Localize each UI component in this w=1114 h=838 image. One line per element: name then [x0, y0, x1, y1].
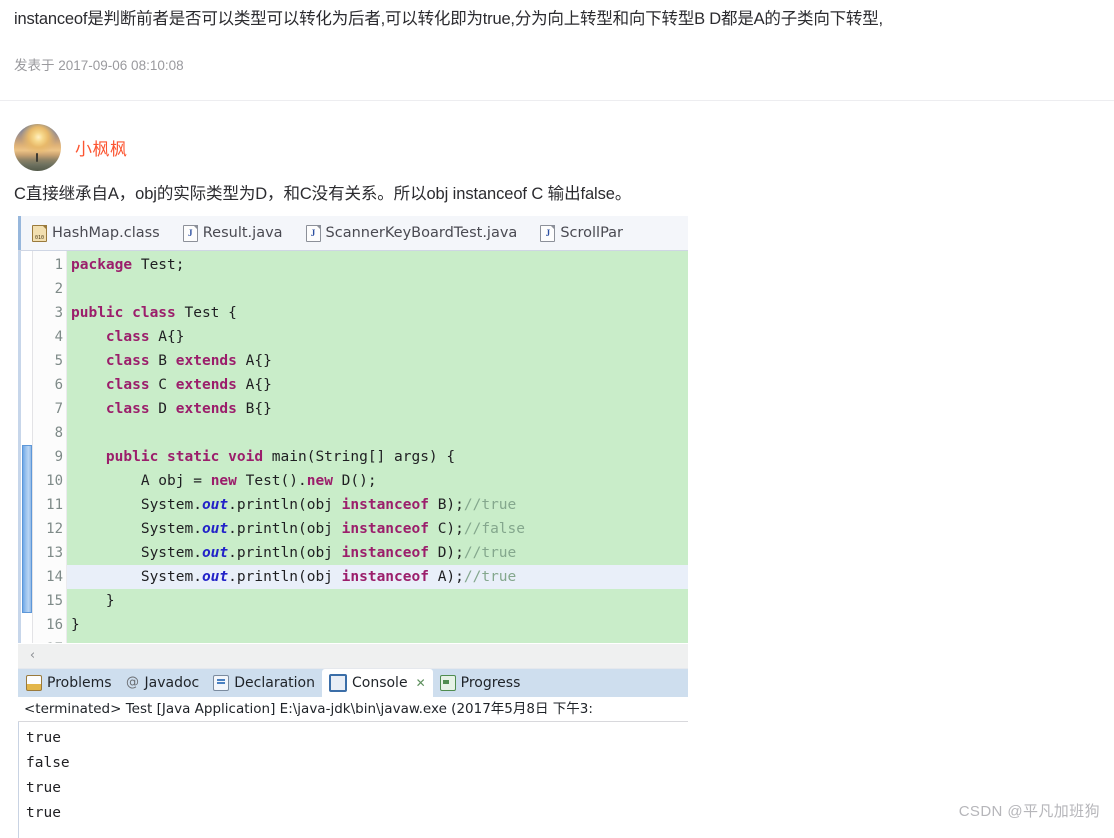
bottom-view-stack: Problems Javadoc Declaration Console ✕ Progre…	[18, 668, 688, 838]
editor-horizontal-scrollbar[interactable]: ‹	[18, 643, 688, 668]
editor-tab-label: Result.java	[202, 225, 283, 241]
published-timestamp: 发表于 2017-09-06 08:10:08	[14, 58, 184, 73]
code-line-text: A obj = new Test().new D();	[71, 473, 377, 489]
code-line-text: System.out.println(obj instanceof B);//t…	[71, 497, 517, 513]
line-number: 8	[54, 425, 63, 441]
code-line[interactable]: }	[67, 589, 688, 613]
line-number: 13	[46, 545, 63, 561]
bottom-tab-label: Javadoc	[144, 675, 200, 691]
code-line[interactable]: System.out.println(obj instanceof D);//t…	[67, 541, 688, 565]
annotation-ruler[interactable]	[18, 251, 33, 643]
code-line[interactable]	[67, 277, 688, 301]
code-line-text: public class Test {	[71, 305, 237, 321]
code-line[interactable]: class C extends A{}	[67, 373, 688, 397]
java-file-icon	[305, 224, 321, 242]
editor-tab-label: HashMap.class	[52, 225, 160, 241]
editor-tab[interactable]: ScrollPar	[530, 216, 636, 250]
code-line[interactable]: class D extends B{}	[67, 397, 688, 421]
bottom-tab-label: Progress	[460, 675, 521, 691]
section-divider	[0, 100, 1114, 101]
problems-icon	[26, 675, 42, 691]
line-number-gutter: 1234567891011121314151617	[33, 251, 67, 643]
console-output-line: false	[26, 755, 70, 771]
line-number: 2	[54, 281, 63, 297]
close-icon[interactable]: ✕	[416, 676, 426, 690]
code-line[interactable]: System.out.println(obj instanceof B);//t…	[67, 493, 688, 517]
line-number: 1	[54, 257, 63, 273]
code-line[interactable]: class A{}	[67, 325, 688, 349]
code-line-text: public static void main(String[] args) {	[105, 449, 456, 465]
bottom-tab[interactable]: Console ✕	[321, 669, 433, 697]
code-line[interactable]: package Test;	[67, 253, 688, 277]
bottom-tab[interactable]: Javadoc	[119, 669, 207, 697]
code-line[interactable]	[67, 421, 688, 445]
answer-text: C直接继承自A，obj的实际类型为D，和C没有关系。所以obj instance…	[14, 185, 632, 203]
bottom-tab-label: Problems	[47, 675, 112, 691]
code-text-area[interactable]: package Test; public class Test { class A…	[67, 251, 688, 643]
editor-tab[interactable]: HashMap.class	[18, 216, 173, 250]
code-line-text: System.out.println(obj instanceof D);//t…	[71, 545, 517, 561]
declaration-icon	[213, 675, 230, 691]
code-line[interactable]: System.out.println(obj instanceof C);//f…	[67, 517, 688, 541]
folding-marker	[22, 445, 32, 613]
bottom-tab-bar: Problems Javadoc Declaration Console ✕ Progre…	[18, 668, 688, 697]
code-line-text: class D extends B{}	[105, 401, 272, 417]
code-line-text: System.out.println(obj instanceof A);//t…	[71, 569, 517, 585]
line-number: 6	[54, 377, 63, 393]
code-line[interactable]: class B extends A{}	[67, 349, 688, 373]
console-icon	[328, 674, 347, 692]
ide-screenshot: HashMap.class Result.java ScannerKeyBoardT…	[18, 216, 688, 838]
bottom-tab-label: Declaration	[234, 675, 315, 691]
progress-icon	[439, 675, 456, 691]
editor-tab[interactable]: Result.java	[173, 216, 296, 250]
code-editor[interactable]: 1234567891011121314151617 package Test;p…	[18, 251, 688, 643]
code-line[interactable]: public class Test {	[67, 301, 688, 325]
editor-tab-label: ScannerKeyBoardTest.java	[325, 225, 518, 241]
code-line-text: }	[71, 617, 80, 633]
line-number: 9	[54, 449, 63, 465]
code-line[interactable]: System.out.println(obj instanceof A);//t…	[67, 565, 688, 589]
code-line-text: class C extends A{}	[105, 377, 272, 393]
line-number: 16	[46, 617, 63, 633]
answer-author: 小枫枫	[14, 124, 128, 171]
line-number: 7	[54, 401, 63, 417]
line-number: 10	[46, 473, 63, 489]
code-line-text: class A{}	[105, 329, 185, 345]
code-line-text: }	[71, 593, 115, 609]
line-number: 11	[46, 497, 63, 513]
bottom-tab-label: Console	[351, 675, 408, 691]
question-text: instanceof是判断前者是否可以类型可以转化为后者,可以转化即为true,…	[14, 10, 883, 28]
avatar[interactable]	[14, 124, 61, 171]
watermark: CSDN @平凡加班狗	[958, 803, 1100, 820]
scroll-left-arrow-icon[interactable]: ‹	[24, 647, 41, 664]
bottom-tab[interactable]: Progress	[433, 669, 528, 697]
code-line-text: System.out.println(obj instanceof C);//f…	[71, 521, 525, 537]
line-number: 14	[46, 569, 63, 585]
java-file-icon	[182, 224, 198, 242]
console-output-line: true	[26, 780, 61, 796]
code-line-text: class B extends A{}	[105, 353, 272, 369]
editor-tab-label: ScrollPar	[560, 225, 624, 241]
code-line-text: package Test;	[71, 257, 185, 273]
code-line[interactable]: }	[67, 613, 688, 637]
line-number: 3	[54, 305, 63, 321]
line-number: 15	[46, 593, 63, 609]
class-file-icon	[32, 224, 47, 242]
console-output-line: true	[26, 730, 61, 746]
javadoc-icon	[126, 676, 140, 690]
bottom-tab[interactable]: Problems	[18, 669, 119, 697]
console-process-header: <terminated> Test [Java Application] E:\…	[18, 697, 688, 722]
line-number: 12	[46, 521, 63, 537]
code-line[interactable]: A obj = new Test().new D();	[67, 469, 688, 493]
line-number: 4	[54, 329, 63, 345]
editor-tab-bar: HashMap.class Result.java ScannerKeyBoardT…	[18, 216, 688, 251]
bottom-tab[interactable]: Declaration	[206, 669, 322, 697]
console-output-line: true	[26, 805, 61, 821]
editor-tab[interactable]: ScannerKeyBoardTest.java	[296, 216, 531, 250]
java-file-icon	[540, 224, 556, 242]
code-line[interactable]: public static void main(String[] args) {	[67, 445, 688, 469]
line-number: 5	[54, 353, 63, 369]
author-username[interactable]: 小枫枫	[75, 135, 128, 160]
console-output[interactable]: true false true true	[18, 722, 688, 838]
